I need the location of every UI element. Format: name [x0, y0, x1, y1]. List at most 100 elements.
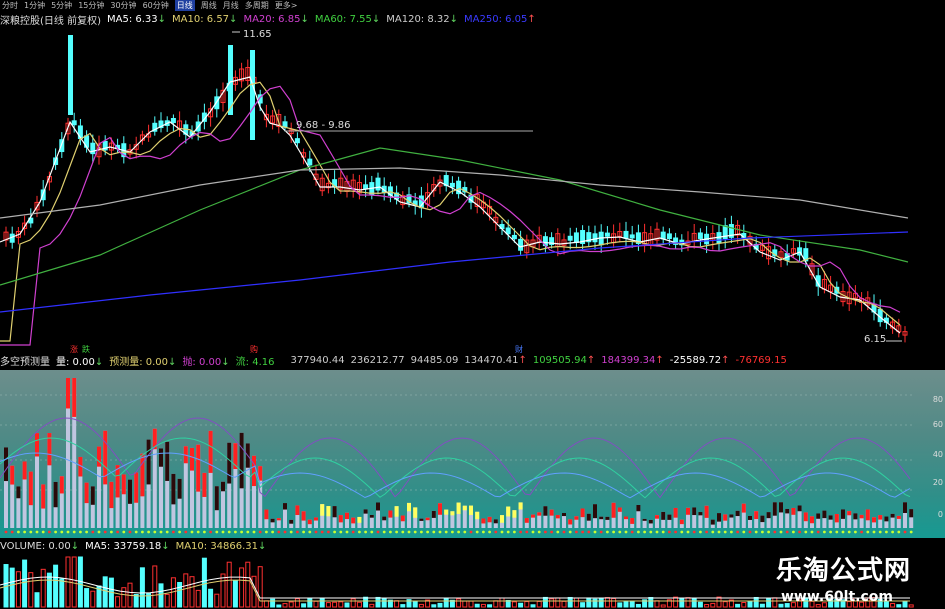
- volume-bar: [59, 578, 65, 608]
- volume-bar: [282, 603, 288, 608]
- volume-bar: [177, 581, 183, 608]
- volume-bar: [772, 597, 778, 608]
- volume-bar: [530, 604, 536, 608]
- volume-bar: [902, 600, 908, 608]
- volume-bar: [381, 598, 387, 608]
- volume-bar: [580, 602, 586, 608]
- volume-bar: [22, 559, 28, 608]
- volume-bar: [629, 601, 635, 608]
- volume-bar: [604, 597, 610, 608]
- volume-bar: [189, 576, 195, 608]
- volume-bar: [697, 601, 703, 608]
- volume-bar: [84, 588, 90, 608]
- volume-bar: [555, 597, 561, 608]
- volume-bar: [245, 561, 251, 608]
- volume-bar: [549, 598, 555, 608]
- volume-bar: [276, 604, 282, 608]
- volume-bar: [40, 568, 46, 608]
- volume-bar: [685, 597, 691, 608]
- volume-bar: [573, 597, 579, 608]
- volume-bar: [499, 597, 505, 608]
- volume-bar: [586, 597, 592, 608]
- volume-bar: [741, 601, 747, 608]
- volume-bar: [468, 600, 474, 608]
- volume-bar: [263, 600, 269, 608]
- volume-bar: [660, 604, 666, 608]
- volume-bar: [53, 564, 59, 608]
- volume-bar: [592, 598, 598, 608]
- volume-bar: [319, 598, 325, 608]
- volume-bar: [908, 604, 914, 608]
- volume-bar: [332, 601, 338, 608]
- volume-bar: [561, 600, 567, 608]
- volume-bar: [598, 598, 604, 608]
- volume-bar: [356, 601, 362, 608]
- volume-bar: [524, 601, 530, 608]
- volume-bar: [71, 556, 77, 608]
- volume-bar: [704, 604, 710, 608]
- volume-bar: [635, 603, 641, 608]
- volume-bar: [102, 576, 108, 608]
- volume-bar: [146, 592, 152, 608]
- volume-bar: [363, 596, 369, 608]
- volume-bar: [294, 598, 300, 608]
- volume-bar: [691, 598, 697, 608]
- volume-bar: [536, 600, 542, 608]
- volume-bar: [431, 604, 437, 608]
- volume-bar: [208, 588, 214, 608]
- volume-bar: [34, 592, 40, 608]
- volume-bar: [375, 596, 381, 608]
- volume-bar: [394, 600, 400, 608]
- volume-bar: [214, 593, 220, 608]
- volume-bar: [493, 600, 499, 608]
- volume-bar: [679, 598, 685, 608]
- volume-bar: [766, 598, 772, 608]
- volume-bar: [716, 596, 722, 608]
- volume-bar: [158, 583, 164, 608]
- volume-bar: [288, 601, 294, 608]
- volume-bar: [511, 601, 517, 608]
- volume-bar: [710, 602, 716, 608]
- volume-bar: [722, 601, 728, 608]
- volume-bar: [115, 596, 121, 608]
- volume-bar: [350, 598, 356, 608]
- volume-bar: [648, 597, 654, 608]
- volume-bar: [480, 603, 486, 608]
- volume-bar: [201, 557, 207, 608]
- volume-bar: [487, 604, 493, 608]
- volume-bar: [239, 567, 245, 608]
- volume-bar: [437, 602, 443, 608]
- volume-bar: [542, 596, 548, 608]
- volume-bar: [307, 598, 313, 608]
- volume-bar: [654, 600, 660, 608]
- volume-bar: [270, 598, 276, 608]
- volume-bar: [183, 573, 189, 608]
- volume-bar: [462, 600, 468, 608]
- volume-bar: [443, 598, 449, 608]
- volume-bar: [369, 603, 375, 608]
- volume-bar: [567, 596, 573, 608]
- volume-bar: [15, 571, 21, 608]
- volume-bar: [474, 603, 480, 608]
- volume-bar: [121, 587, 127, 608]
- volume-bar: [90, 590, 96, 608]
- volume-bar: [735, 603, 741, 608]
- volume-bar: [896, 604, 902, 608]
- watermark-title: 乐淘公式网: [775, 556, 911, 586]
- volume-bar: [623, 601, 629, 608]
- volume-bar: [301, 603, 307, 608]
- volume-bar: [617, 602, 623, 608]
- volume-bar: [226, 561, 232, 608]
- volume-bar: [325, 602, 331, 608]
- volume-bar: [195, 589, 201, 608]
- volume-bar: [759, 603, 765, 608]
- volume-bar: [220, 573, 226, 608]
- volume-bar: [9, 567, 15, 608]
- volume-chart[interactable]: [0, 0, 945, 609]
- volume-bar: [747, 601, 753, 608]
- volume-bar: [338, 601, 344, 608]
- volume-bar: [611, 598, 617, 608]
- volume-bar: [139, 567, 145, 608]
- volume-bar: [418, 603, 424, 608]
- volume-bar: [344, 602, 350, 608]
